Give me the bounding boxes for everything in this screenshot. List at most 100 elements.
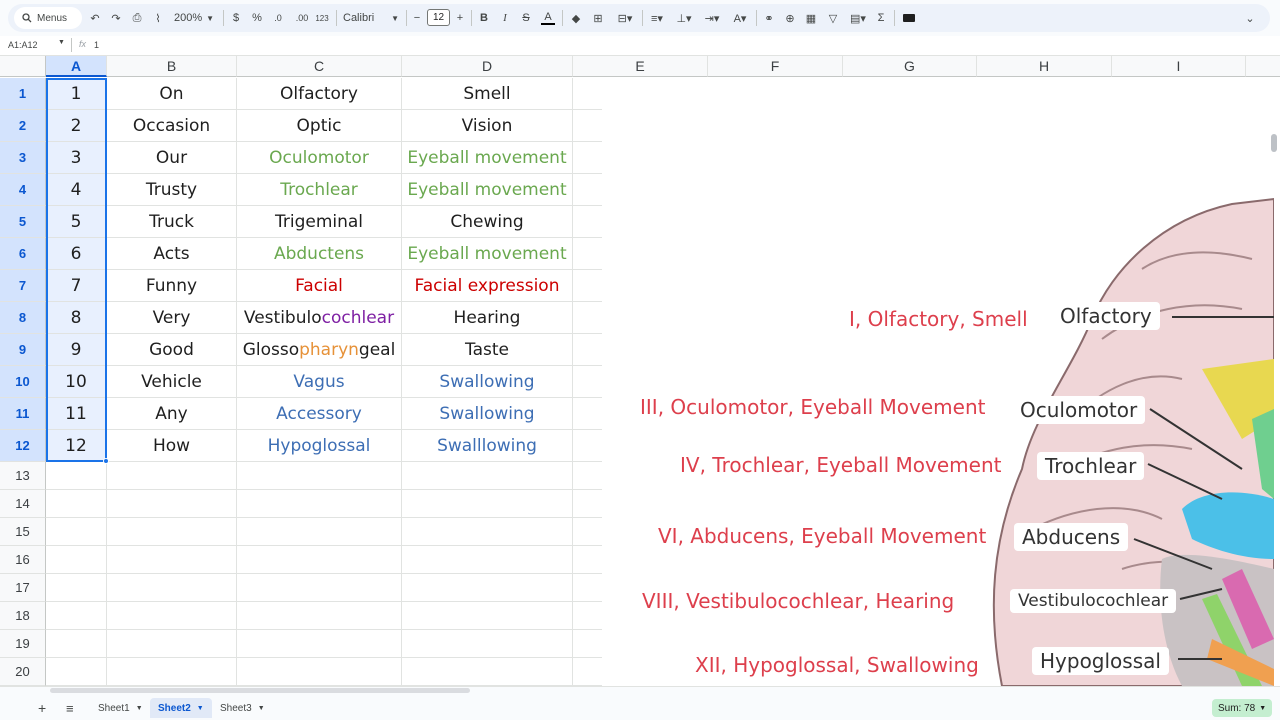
cell-d[interactable]: Swallowing (402, 398, 573, 430)
currency-button[interactable]: $ (230, 8, 242, 28)
cell-c[interactable]: Abductens (237, 238, 402, 270)
row-header[interactable]: 7 (0, 270, 46, 302)
cell-b[interactable] (107, 490, 237, 518)
row-header[interactable]: 11 (0, 398, 46, 430)
cell-a[interactable]: 1 (46, 78, 107, 110)
print-icon[interactable]: ⎙ (130, 8, 144, 28)
cell-c[interactable]: Accessory (237, 398, 402, 430)
cell-a[interactable] (46, 490, 107, 518)
cell-d[interactable]: Vision (402, 110, 573, 142)
font-size-increase-button[interactable]: + (454, 8, 466, 28)
cell-c[interactable] (237, 462, 402, 490)
cell-d[interactable]: Eyeball movement (402, 174, 573, 206)
tab-sheet3[interactable]: Sheet3 ▼ (212, 698, 273, 718)
cell-a[interactable]: 7 (46, 270, 107, 302)
cell-d[interactable] (402, 630, 573, 658)
cell-e[interactable] (573, 462, 602, 490)
row-header[interactable]: 18 (0, 602, 46, 630)
cell-e[interactable] (573, 302, 602, 334)
cell-c[interactable] (237, 630, 402, 658)
chevron-down-icon[interactable]: ▼ (58, 39, 65, 46)
add-sheet-button[interactable]: + (30, 698, 54, 718)
borders-icon[interactable]: ⊞ (591, 8, 605, 28)
increase-decimal-button[interactable]: .00 (292, 8, 312, 28)
cell-c[interactable]: Trochlear (237, 174, 402, 206)
fill-handle[interactable] (103, 458, 109, 464)
fill-color-icon[interactable]: ◆ (569, 8, 583, 28)
cell-c[interactable]: Facial (237, 270, 402, 302)
cell-e[interactable] (573, 490, 602, 518)
menus-search-button[interactable]: Menus (14, 7, 82, 29)
cell-b[interactable]: How (107, 430, 237, 462)
font-size-input[interactable]: 12 (427, 9, 450, 26)
cell-d[interactable] (402, 574, 573, 602)
cell-b[interactable] (107, 574, 237, 602)
cell-b[interactable]: Acts (107, 238, 237, 270)
cell-a[interactable] (46, 602, 107, 630)
row-header[interactable]: 4 (0, 174, 46, 206)
cell-e[interactable] (573, 334, 602, 366)
text-color-button[interactable]: A (541, 8, 555, 28)
cell-b[interactable] (107, 630, 237, 658)
cell-b[interactable]: Good (107, 334, 237, 366)
italic-button[interactable]: I (499, 8, 511, 28)
cell-a[interactable]: 10 (46, 366, 107, 398)
cell-b[interactable] (107, 518, 237, 546)
cell-c[interactable] (237, 574, 402, 602)
cell-d[interactable] (402, 602, 573, 630)
cell-e[interactable] (573, 238, 602, 270)
cell-c[interactable]: Olfactory (237, 78, 402, 110)
cell-a[interactable] (46, 462, 107, 490)
cell-a[interactable]: 9 (46, 334, 107, 366)
font-select[interactable]: Calibri ▼ (343, 8, 399, 28)
redo-icon[interactable]: ↷ (109, 8, 123, 28)
vertical-scrollbar[interactable] (1271, 134, 1277, 152)
cell-d[interactable] (402, 518, 573, 546)
input-tools-icon[interactable] (902, 8, 916, 28)
collapse-toolbar-icon[interactable]: ⌄ (1242, 8, 1258, 28)
cell-a[interactable] (46, 518, 107, 546)
cell-b[interactable]: Truck (107, 206, 237, 238)
cell-a[interactable] (46, 630, 107, 658)
row-header[interactable]: 8 (0, 302, 46, 334)
row-header[interactable]: 14 (0, 490, 46, 518)
row-header[interactable]: 9 (0, 334, 46, 366)
cell-a[interactable] (46, 546, 107, 574)
font-size-decrease-button[interactable]: − (412, 8, 422, 28)
row-header[interactable]: 15 (0, 518, 46, 546)
cell-a[interactable]: 4 (46, 174, 107, 206)
zoom-select[interactable]: 200% ▼ (172, 8, 216, 28)
cell-a[interactable]: 2 (46, 110, 107, 142)
name-box[interactable]: A1:A12 (8, 40, 38, 50)
cell-e[interactable] (573, 518, 602, 546)
row-header[interactable]: 13 (0, 462, 46, 490)
cell-c[interactable]: Vestibulo cochlear (237, 302, 402, 334)
cell-a[interactable]: 5 (46, 206, 107, 238)
cell-e[interactable] (573, 574, 602, 602)
number-format-button[interactable]: 123 (314, 8, 330, 28)
text-wrap-icon[interactable]: ⇥▾ (700, 8, 724, 28)
column-header-i[interactable]: I (1112, 56, 1246, 77)
cell-d[interactable] (402, 546, 573, 574)
row-header[interactable]: 10 (0, 366, 46, 398)
cell-b[interactable]: Occasion (107, 110, 237, 142)
cell-d[interactable] (402, 490, 573, 518)
paint-format-icon[interactable]: ⌇ (151, 8, 165, 28)
sheet-grid[interactable]: A B C D E F G H I 1 1 On Olfactory Smell 2 2 Oc… (0, 56, 1280, 686)
column-header-h[interactable]: H (977, 56, 1112, 77)
cell-e[interactable] (573, 630, 602, 658)
cell-b[interactable] (107, 602, 237, 630)
column-header-f[interactable]: F (708, 56, 843, 77)
cell-b[interactable]: Trusty (107, 174, 237, 206)
cell-b[interactable] (107, 546, 237, 574)
cell-a[interactable]: 3 (46, 142, 107, 174)
decrease-decimal-button[interactable]: .0 (270, 8, 286, 28)
cell-b[interactable]: Very (107, 302, 237, 334)
cell-c[interactable] (237, 546, 402, 574)
cell-a[interactable] (46, 658, 107, 686)
chart-icon[interactable]: ▦ (804, 8, 818, 28)
cell-c[interactable]: Hypoglossal (237, 430, 402, 462)
column-header-g[interactable]: G (843, 56, 977, 77)
merge-cells-icon[interactable]: ⊟▾ (612, 8, 638, 28)
column-header-e[interactable]: E (573, 56, 708, 77)
